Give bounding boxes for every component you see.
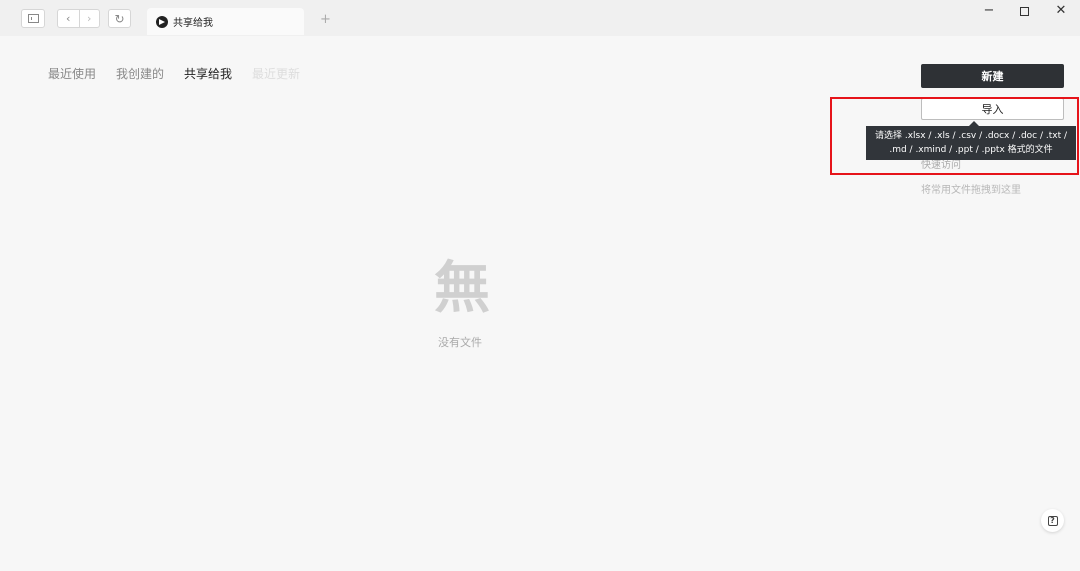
chevron-left-icon: ‹ (66, 12, 71, 25)
help-button[interactable]: ? (1041, 509, 1064, 532)
chevron-right-icon: › (87, 12, 92, 25)
history-nav-group: ‹ › (57, 9, 100, 28)
nav-tab-recently-updated[interactable]: 最近更新 (252, 65, 300, 82)
app-logo-icon (156, 15, 168, 28)
nav-tab-created-by-me[interactable]: 我创建的 (116, 65, 164, 82)
nav-tab-recent[interactable]: 最近使用 (48, 65, 96, 82)
annotation-highlight-box (830, 97, 1079, 175)
reload-icon: ↻ (114, 11, 125, 26)
maximize-icon (1019, 7, 1029, 16)
new-button[interactable]: 新建 (921, 64, 1064, 88)
empty-state-message: 没有文件 (438, 336, 482, 349)
reload-button[interactable]: ↻ (108, 9, 131, 28)
tab-title: 共享给我 (173, 18, 213, 29)
file-nav-tabs: 最近使用 我创建的 共享给我 最近更新 (48, 65, 300, 82)
title-bar: ‹ › ↻ 共享给我 + − ✕ (0, 0, 1080, 36)
help-icon: ? (1047, 515, 1058, 526)
sidebar-toggle-button[interactable] (21, 9, 45, 28)
forward-button[interactable]: › (78, 10, 100, 27)
nav-tab-shared-with-me[interactable]: 共享给我 (184, 65, 232, 82)
maximize-button[interactable] (1014, 3, 1034, 20)
sidebar-toggle-icon (27, 14, 39, 23)
close-button[interactable]: ✕ (1051, 3, 1071, 18)
add-tab-button[interactable]: + (320, 12, 331, 27)
tab-shared-with-me[interactable]: 共享给我 (147, 8, 304, 35)
minimize-button[interactable]: − (979, 3, 999, 18)
drag-hint: 将常用文件拖拽到这里 (921, 185, 1021, 196)
back-button[interactable]: ‹ (58, 10, 79, 27)
empty-state-icon: 無 (434, 255, 490, 321)
